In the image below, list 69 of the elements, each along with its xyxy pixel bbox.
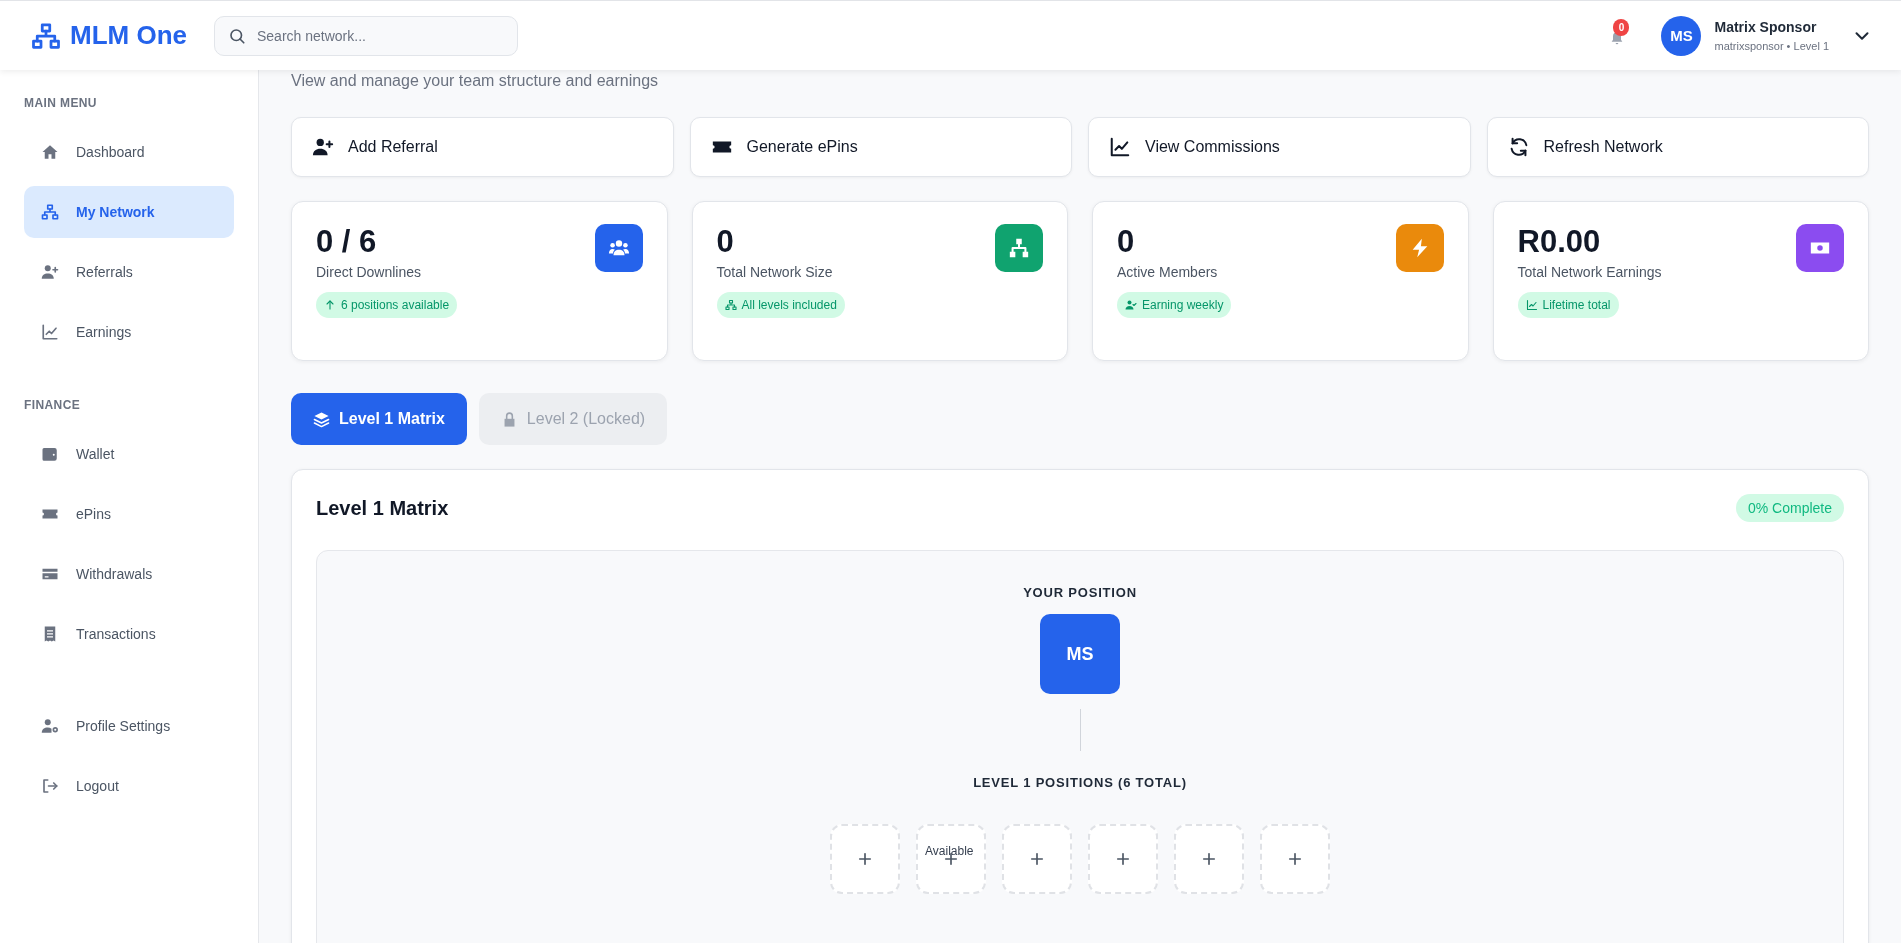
stat-value: R0.00 (1517, 224, 1602, 260)
user-gear-icon (41, 717, 59, 735)
notification-count: 0 (1613, 18, 1630, 36)
brand-name[interactable]: MLM One (70, 20, 187, 51)
stat-badge: All levels included (716, 292, 845, 318)
line-chart-icon (1525, 299, 1538, 311)
line-chart-icon (41, 323, 59, 341)
stat-label: Direct Downlines (316, 264, 422, 280)
section-title: FINANCE (24, 398, 82, 412)
stat-value: 0 (716, 224, 735, 260)
sidebar-item[interactable]: Referrals (24, 246, 234, 298)
plus-icon (856, 850, 874, 868)
empty-slot[interactable]: Available (916, 824, 986, 894)
arrow-up-icon (324, 299, 336, 311)
stat-badge: Earning weekly (1117, 292, 1232, 318)
house-icon (41, 143, 59, 161)
empty-slot[interactable] (1174, 824, 1244, 894)
network-icon (31, 20, 61, 51)
stat-label: Total Network Size (716, 264, 833, 280)
sidebar-item[interactable]: ePins (24, 488, 234, 540)
matrix-title: Level 1 Matrix (316, 496, 449, 520)
user-name: Matrix Sponsor (1714, 19, 1818, 35)
sidebar-item[interactable]: Withdrawals (24, 548, 234, 600)
root-node[interactable]: MS (1040, 614, 1120, 694)
available-label: Available (925, 844, 974, 858)
layers-icon (313, 410, 330, 428)
stat-value: 0 / 6 (316, 224, 378, 260)
sidebar-item[interactable]: Profile Settings (24, 700, 234, 752)
plus-icon (1286, 850, 1304, 868)
network-icon (724, 299, 737, 311)
stat-badge: 6 positions available (316, 292, 458, 318)
plus-icon (1200, 850, 1218, 868)
action-button[interactable]: Refresh Network (1486, 117, 1869, 177)
stat-label: Total Network Earnings (1517, 264, 1662, 280)
action-button[interactable]: View Commissions (1088, 117, 1471, 177)
user-plus-icon (41, 263, 59, 281)
root-label: YOUR POSITION (1023, 585, 1137, 600)
sidebar-item[interactable]: Logout (24, 760, 234, 812)
empty-slot[interactable] (830, 824, 900, 894)
stat-value: 0 (1117, 224, 1136, 260)
empty-slot[interactable] (1002, 824, 1072, 894)
sidebar-item[interactable]: Transactions (24, 608, 234, 660)
logout-icon (41, 777, 59, 795)
progress-badge: 0% Complete (1735, 494, 1844, 522)
search-field[interactable]: Search network... (214, 15, 518, 56)
line-chart-icon (1109, 136, 1131, 158)
plus-icon (1028, 850, 1046, 868)
action-button[interactable]: Add Referral (291, 117, 674, 177)
user-plus-icon (312, 136, 334, 158)
page-subtitle: View and manage your team structure and earnings (291, 72, 660, 90)
stat-label: Active Members (1117, 264, 1218, 280)
action-button[interactable]: Generate ePins (689, 117, 1072, 177)
sidebar-item[interactable]: Dashboard (24, 126, 234, 178)
matrix-tab[interactable]: Level 1 Matrix (291, 393, 467, 445)
hierarchy-icon (1008, 237, 1030, 259)
sidebar-item[interactable]: Earnings (24, 306, 234, 358)
user-avatar[interactable]: MS (1661, 15, 1702, 56)
network-icon (41, 203, 59, 221)
empty-slot[interactable] (1260, 824, 1330, 894)
sidebar-item[interactable]: Wallet (24, 428, 234, 480)
stat-badge: Lifetime total (1517, 292, 1619, 318)
plus-icon (1114, 850, 1132, 868)
level-label: LEVEL 1 POSITIONS (6 TOTAL) (973, 775, 1187, 790)
user-subtitle: matrixsponsor • Level 1 (1714, 40, 1829, 52)
section-title: MAIN MENU (24, 96, 98, 110)
wallet-icon (41, 445, 59, 463)
sidebar-item[interactable]: My Network (24, 186, 234, 238)
user-check-icon (1125, 299, 1137, 311)
empty-slot[interactable] (1088, 824, 1158, 894)
